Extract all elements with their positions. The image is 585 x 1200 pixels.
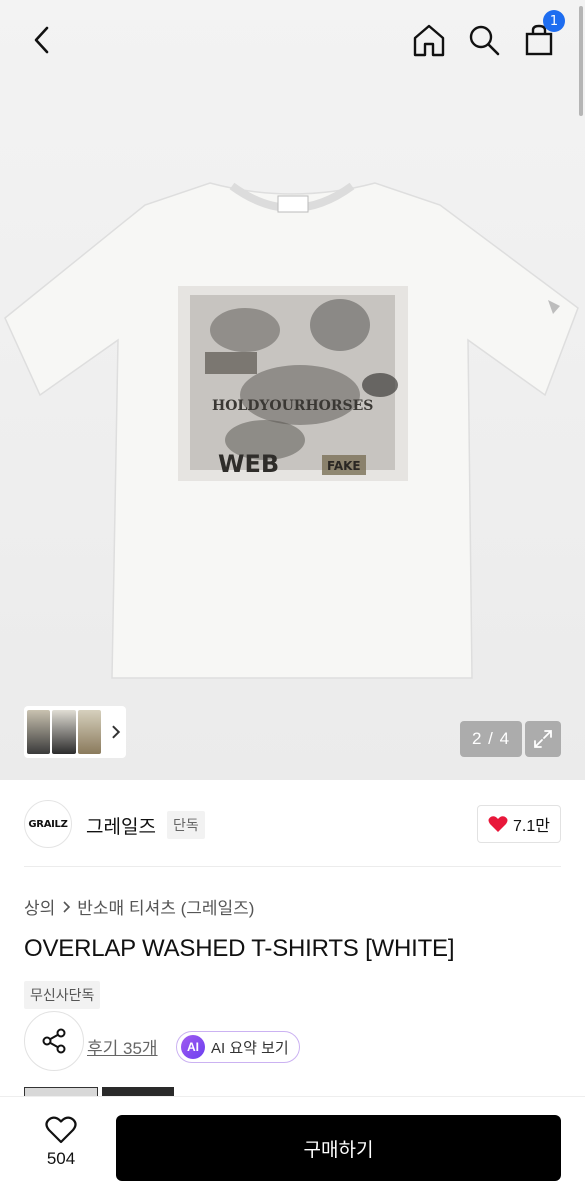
search-icon <box>469 25 500 56</box>
breadcrumb: 상의 반소매 티셔츠 (그레일즈) <box>24 894 254 919</box>
top-navigation-bar: 1 <box>0 0 585 80</box>
brand-like-button[interactable]: 7.1만 <box>477 805 561 843</box>
brand-like-count: 7.1만 <box>513 818 550 835</box>
chevron-right-icon <box>112 725 121 739</box>
search-button[interactable] <box>464 18 504 62</box>
ai-icon: AI <box>181 1035 205 1059</box>
bottom-action-bar: 504 구매하기 <box>0 1096 585 1200</box>
buy-button[interactable]: 구매하기 <box>116 1115 561 1181</box>
chevron-right-icon <box>63 900 71 913</box>
share-button[interactable] <box>24 1011 84 1071</box>
cart-count-badge: 1 <box>543 10 565 32</box>
image-counter: 2 / 4 <box>460 721 522 757</box>
breadcrumb-item[interactable]: 상의 <box>24 894 55 919</box>
cart-button[interactable]: 1 <box>519 10 565 62</box>
share-icon <box>42 1028 66 1054</box>
heart-filled-icon <box>488 816 508 832</box>
back-chevron-icon <box>34 26 49 54</box>
print-text-3: FAKE <box>327 459 361 473</box>
wishlist-count: 504 <box>46 1149 76 1168</box>
product-title: OVERLAP WASHED T-SHIRTS [WHITE] <box>24 935 455 962</box>
brand-exclusive-tag: 단독 <box>167 811 205 839</box>
breadcrumb-item[interactable]: 반소매 티셔츠 (그레일즈) <box>77 894 254 919</box>
ai-summary-button[interactable]: AI AI 요약 보기 <box>176 1031 300 1063</box>
exclusive-tag: 무신사단독 <box>24 981 101 1009</box>
thumbnail-image[interactable] <box>52 710 76 754</box>
thumbnail-image[interactable] <box>27 710 51 754</box>
product-image: HOLDYOURHORSES WEB FAKE <box>4 182 579 679</box>
thumbnail-strip[interactable] <box>24 706 126 758</box>
brand-row: GRAILZ 그레일즈 단독 7.1만 <box>24 800 561 850</box>
reviews-link[interactable]: 후기 35개 <box>87 1034 158 1059</box>
ai-summary-label: AI 요약 보기 <box>211 1039 289 1057</box>
print-text-1: HOLDYOURHORSES <box>212 398 373 414</box>
print-text-2: WEB <box>218 450 279 478</box>
page-scrollbar[interactable] <box>579 6 583 116</box>
product-image-gallery[interactable]: HOLDYOURHORSES WEB FAKE <box>0 0 585 780</box>
back-button[interactable] <box>22 18 62 62</box>
home-icon <box>413 24 445 57</box>
brand-logo[interactable]: GRAILZ <box>24 800 72 848</box>
wishlist-button[interactable]: 504 <box>24 1115 98 1185</box>
fullscreen-button[interactable] <box>525 721 561 757</box>
brand-name[interactable]: 그레일즈 <box>86 812 156 839</box>
heart-outline-icon <box>45 1116 77 1144</box>
home-button[interactable] <box>409 18 449 62</box>
section-divider <box>24 866 561 867</box>
thumbnail-image[interactable] <box>77 710 102 754</box>
expand-icon <box>534 730 552 748</box>
